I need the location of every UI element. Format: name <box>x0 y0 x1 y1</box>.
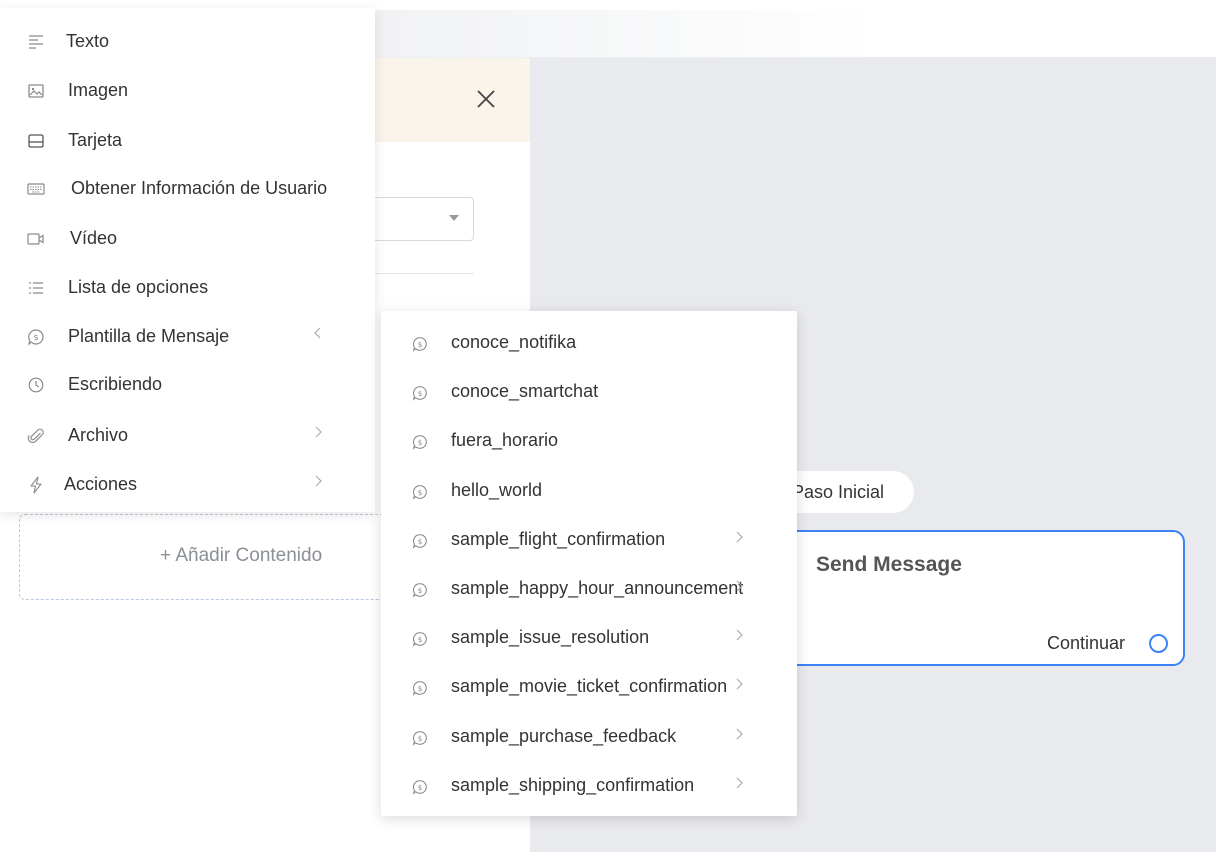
initial-step-label: Paso Inicial <box>792 482 885 502</box>
submenu-item-label: conoce_notifika <box>451 332 577 352</box>
node-continue-label: Continuar <box>1047 633 1126 653</box>
paperclip-icon <box>26 426 46 446</box>
chevron-right-icon <box>733 727 745 741</box>
lightning-icon <box>26 475 46 495</box>
submenu-item-label: sample_shipping_confirmation <box>451 775 695 795</box>
submenu-item-sample-movie-ticket[interactable]: $ sample_movie_ticket_confirmation <box>381 665 797 711</box>
menu-item-label: Texto <box>66 31 110 51</box>
menu-item-label: Vídeo <box>70 228 118 248</box>
chevron-right-icon <box>312 425 324 439</box>
close-button[interactable] <box>473 86 499 112</box>
menu-item-imagen[interactable]: Imagen <box>0 68 375 114</box>
submenu-item-label: conoce_smartchat <box>451 381 599 401</box>
submenu-item-label: fuera_horario <box>451 430 559 450</box>
submenu-item-conoce-notifika[interactable]: $ conoce_notifika <box>381 321 797 367</box>
chevron-right-icon <box>733 628 745 642</box>
submenu-item-sample-purchase-feedback[interactable]: $ sample_purchase_feedback <box>381 715 797 761</box>
node-output-port[interactable] <box>1149 634 1168 653</box>
svg-text:$: $ <box>418 586 423 595</box>
template-submenu: $ conoce_notifika $ conoce_smartchat $ f… <box>381 311 797 816</box>
menu-item-label: Lista de opciones <box>68 277 209 297</box>
video-icon <box>26 229 46 249</box>
svg-text:$: $ <box>418 537 423 546</box>
menu-item-plantilla-mensaje[interactable]: $ Plantilla de Mensaje <box>0 314 375 360</box>
svg-text:$: $ <box>418 783 423 792</box>
submenu-item-conoce-smartchat[interactable]: $ conoce_smartchat <box>381 370 797 416</box>
svg-text:$: $ <box>418 438 423 447</box>
caret-down-icon <box>449 215 459 221</box>
menu-item-obtener-informacion[interactable]: Obtener Información de Usuario <box>0 166 375 212</box>
divider <box>375 273 474 274</box>
menu-item-label: Tarjeta <box>68 130 123 150</box>
svg-text:$: $ <box>418 734 423 743</box>
menu-item-tarjeta[interactable]: Tarjeta <box>0 118 375 164</box>
svg-text:$: $ <box>418 684 423 693</box>
chevron-right-icon <box>733 530 745 544</box>
chevron-right-icon <box>312 474 324 488</box>
submenu-item-sample-happy-hour[interactable]: $ sample_happy_hour_announcement <box>381 567 797 613</box>
message-template-icon: $ <box>411 778 429 796</box>
top-bar-shade <box>375 10 1216 57</box>
chevron-right-icon <box>733 579 745 593</box>
menu-item-archivo[interactable]: Archivo <box>0 413 375 459</box>
menu-item-video[interactable]: Vídeo <box>0 216 375 262</box>
menu-item-lista-opciones[interactable]: Lista de opciones <box>0 265 375 311</box>
menu-item-label: Plantilla de Mensaje <box>68 326 230 346</box>
message-template-icon: $ <box>411 384 429 402</box>
chevron-left-icon <box>312 326 324 340</box>
submenu-item-label: hello_world <box>451 480 543 500</box>
message-template-icon: $ <box>411 532 429 550</box>
card-icon <box>26 131 46 151</box>
chevron-right-icon <box>733 776 745 790</box>
menu-item-texto[interactable]: Texto <box>0 19 375 65</box>
menu-item-label: Imagen <box>68 80 129 100</box>
panel-header <box>375 58 530 142</box>
svg-text:$: $ <box>418 389 423 398</box>
list-icon <box>26 278 46 298</box>
submenu-item-hello-world[interactable]: $ hello_world <box>381 469 797 515</box>
submenu-item-sample-shipping-confirmation[interactable]: $ sample_shipping_confirmation <box>381 764 797 810</box>
svg-text:$: $ <box>33 333 38 342</box>
menu-item-acciones[interactable]: Acciones <box>0 462 375 508</box>
menu-item-label: Acciones <box>64 474 138 494</box>
message-template-icon: $ <box>411 729 429 747</box>
submenu-item-label: sample_flight_confirmation <box>451 529 666 549</box>
image-icon <box>26 81 46 101</box>
submenu-item-sample-issue-resolution[interactable]: $ sample_issue_resolution <box>381 616 797 662</box>
node-title: Send Message <box>816 553 962 576</box>
submenu-item-label: sample_happy_hour_announcement <box>451 578 744 598</box>
menu-item-label: Obtener Información de Usuario <box>71 178 328 198</box>
add-content-label[interactable]: + Añadir Contenido <box>160 545 322 567</box>
menu-item-label: Escribiendo <box>68 374 163 394</box>
message-template-icon: $ <box>411 483 429 501</box>
message-template-icon: $ <box>411 433 429 451</box>
submenu-item-label: sample_purchase_feedback <box>451 726 677 746</box>
message-template-icon: $ <box>411 679 429 697</box>
submenu-item-sample-flight-confirmation[interactable]: $ sample_flight_confirmation <box>381 518 797 564</box>
chevron-right-icon <box>733 677 745 691</box>
menu-item-label: Archivo <box>68 425 129 445</box>
svg-text:$: $ <box>418 635 423 644</box>
keyboard-icon <box>26 179 46 199</box>
text-icon <box>26 32 46 52</box>
message-template-icon: $ <box>411 581 429 599</box>
menu-item-escribiendo[interactable]: Escribiendo <box>0 362 375 408</box>
message-template-icon: $ <box>26 327 46 347</box>
message-template-icon: $ <box>411 335 429 353</box>
svg-text:$: $ <box>418 488 423 497</box>
submenu-item-fuera-horario[interactable]: $ fuera_horario <box>381 419 797 465</box>
content-type-menu: Texto Imagen Tarjeta Obtener Información… <box>0 8 375 512</box>
submenu-item-label: sample_movie_ticket_confirmation <box>451 676 728 696</box>
submenu-item-label: sample_issue_resolution <box>451 627 650 647</box>
clock-icon <box>26 375 46 395</box>
message-template-icon: $ <box>411 630 429 648</box>
svg-text:$: $ <box>418 340 423 349</box>
close-icon <box>477 90 495 108</box>
